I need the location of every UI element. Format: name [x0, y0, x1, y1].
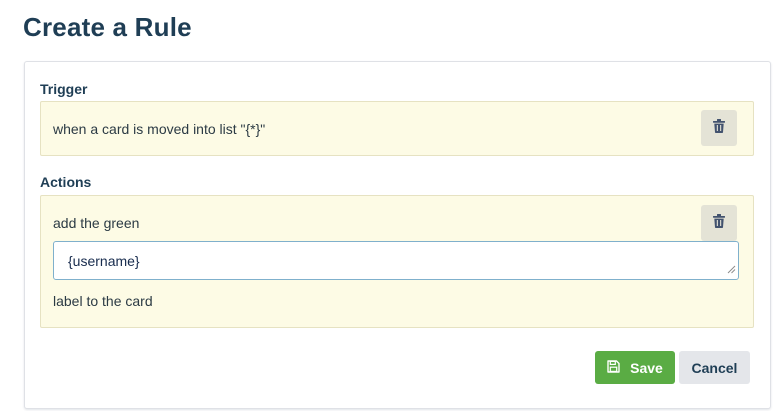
cancel-button[interactable]: Cancel: [679, 351, 750, 384]
action-value-input[interactable]: {username}: [53, 241, 739, 280]
trigger-label: Trigger: [40, 81, 88, 97]
cancel-button-label: Cancel: [691, 359, 738, 376]
action-text-after: label to the card: [53, 293, 153, 309]
trash-icon: [713, 213, 725, 233]
action-text-before: add the green: [53, 215, 140, 231]
action-input-value: {username}: [68, 252, 140, 269]
trigger-box: when a card is moved into list "{*}": [40, 101, 754, 156]
save-button-label: Save: [630, 359, 663, 376]
trigger-text: when a card is moved into list "{*}": [53, 121, 266, 137]
floppy-disk-icon: [607, 359, 620, 376]
delete-action-button[interactable]: [701, 205, 737, 241]
action-item: add the green {username} label to the ca…: [40, 195, 754, 328]
trash-icon: [713, 118, 725, 138]
resize-handle-icon[interactable]: [727, 261, 736, 277]
page-title: Create a Rule: [23, 12, 192, 42]
delete-trigger-button[interactable]: [701, 110, 737, 146]
rule-editor-panel: Trigger when a card is moved into list "…: [24, 61, 771, 409]
save-button[interactable]: Save: [595, 351, 675, 384]
actions-label: Actions: [40, 174, 92, 190]
